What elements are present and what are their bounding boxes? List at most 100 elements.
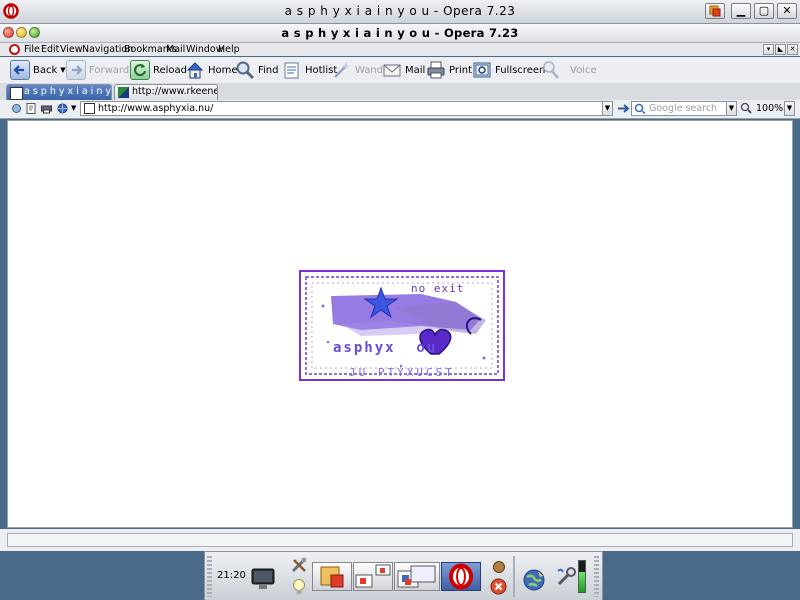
opera-logo-icon <box>449 563 473 590</box>
menu-view[interactable]: View <box>60 43 83 56</box>
lightbulb-icon[interactable] <box>291 578 307 596</box>
url-field[interactable]: http://www.asphyxia.nu/ <box>80 101 603 116</box>
menu-help[interactable]: Help <box>218 43 240 56</box>
hotlist-icon <box>282 60 302 80</box>
desktop-3-button[interactable] <box>394 562 440 591</box>
status-bar <box>0 529 800 551</box>
wand-icon <box>332 60 352 80</box>
desktop-4-button-active[interactable] <box>441 562 481 591</box>
asphyxia-banner-image[interactable]: no exit asphyx ou JU PTYXUCST <box>299 270 505 381</box>
mdi-close-button[interactable]: ✕ <box>787 44 798 55</box>
forward-button[interactable]: Forward▼ <box>66 59 138 81</box>
outer-window-titlebar[interactable]: a s p h y x i a i n y o u - Opera 7.23 ▁… <box>0 0 800 24</box>
panel-separator <box>513 556 515 597</box>
search-engine-dropdown[interactable]: ▼ <box>726 101 737 116</box>
print-small-icon[interactable] <box>41 103 52 114</box>
url-history-dropdown[interactable]: ▼ <box>602 101 613 116</box>
voice-button[interactable]: Voice <box>541 59 597 81</box>
taskbar-panel: 21:20 <box>204 551 603 600</box>
url-text: http://www.asphyxia.nu/ <box>98 103 214 114</box>
banner-middle-text: asphyx ou <box>333 340 438 356</box>
monitor-icon[interactable] <box>251 568 275 590</box>
load-meter-icon[interactable] <box>578 560 586 593</box>
sticky-button[interactable] <box>705 3 725 19</box>
maximize-icon: ▢ <box>758 4 770 17</box>
zoom-dropdown[interactable]: ▼ <box>784 101 795 116</box>
stamp-artwork-icon <box>305 276 499 375</box>
window-thumbnail-icon <box>320 566 344 588</box>
page-favicon-icon <box>118 87 129 98</box>
home-button[interactable]: Home <box>185 59 238 81</box>
magnifier-icon <box>235 60 255 80</box>
menu-edit[interactable]: Edit <box>41 43 59 56</box>
opera-window-title: a s p h y x i a i n y o u - Opera 7.23 <box>281 26 519 40</box>
back-arrow-icon <box>10 60 30 80</box>
forward-arrow-icon <box>66 60 86 80</box>
printer-icon <box>426 60 446 80</box>
zoom-magnifier-icon[interactable] <box>740 102 752 114</box>
clock[interactable]: 21:20 <box>217 570 246 581</box>
konqueror-globe-icon[interactable] <box>522 568 546 592</box>
mdi-restore-button[interactable]: ◣ <box>775 44 786 55</box>
mail-button[interactable]: Mail <box>382 59 425 81</box>
fullscreen-button[interactable]: Fullscreen <box>472 59 545 81</box>
search-placeholder: Google search <box>649 103 718 114</box>
tab-rkeene[interactable]: http://www.rkeene.o... <box>114 84 218 100</box>
load-meter-fill <box>579 572 585 592</box>
wand-button[interactable]: Wand <box>332 59 383 81</box>
fullscreen-icon <box>472 60 492 80</box>
reload-button[interactable]: Reload <box>130 59 187 81</box>
zoom-value[interactable]: 100% <box>756 103 783 114</box>
tab-asphyxia-label: a s p h y x i a i n y o u <box>24 86 112 97</box>
go-arrow-icon[interactable] <box>617 103 630 114</box>
back-label: Back <box>33 64 58 76</box>
tab-bar: a s p h y x i a i n y o u http://www.rke… <box>0 83 800 101</box>
logout-icon[interactable] <box>490 578 507 595</box>
print-button[interactable]: Print <box>426 59 472 81</box>
reload-icon <box>130 60 150 80</box>
minimize-button[interactable]: ▁ <box>731 3 751 19</box>
find-button[interactable]: Find <box>235 59 279 81</box>
home-label: Home <box>208 64 238 76</box>
close-button[interactable]: ✕ <box>777 3 797 19</box>
outer-window-title: a s p h y x i a i n y o u - Opera 7.23 <box>284 4 516 18</box>
globe-icon[interactable] <box>57 103 68 114</box>
page-info-icon[interactable] <box>26 103 37 114</box>
wand-small-icon[interactable] <box>11 103 22 114</box>
chevron-down-icon[interactable]: ▼ <box>71 104 76 112</box>
page-favicon-icon <box>84 103 95 114</box>
menu-mail[interactable]: Mail <box>166 43 185 56</box>
panel-handle-right[interactable] <box>594 556 599 597</box>
menu-file[interactable]: File <box>24 43 40 56</box>
address-toolbar: ▼ http://www.asphyxia.nu/ ▼ Google searc… <box>0 100 800 119</box>
forward-label: Forward <box>89 64 130 76</box>
lock-screen-icon[interactable] <box>492 560 506 574</box>
hotlist-button[interactable]: Hotlist <box>282 59 337 81</box>
system-tray-tool-icon[interactable] <box>555 566 577 588</box>
reload-label: Reload <box>153 64 188 76</box>
desktop-2-button[interactable] <box>353 562 393 591</box>
voice-icon <box>541 60 561 80</box>
voice-label: Voice <box>570 64 597 76</box>
find-label: Find <box>258 64 279 76</box>
tools-icon[interactable] <box>290 556 308 574</box>
tab-rkeene-label: http://www.rkeene.o... <box>132 86 217 97</box>
mdi-minimize-button[interactable]: ▾ <box>763 44 774 55</box>
banner-top-text: no exit <box>411 282 465 295</box>
print-label: Print <box>449 64 473 76</box>
search-field[interactable]: Google search <box>631 101 727 116</box>
tab-asphyxia[interactable]: a s p h y x i a i n y o u <box>6 84 112 100</box>
banner-bottom-text: JU PTYXUCST <box>349 366 455 379</box>
opera-menu-icon[interactable] <box>9 44 20 55</box>
mail-label: Mail <box>405 64 426 76</box>
back-button[interactable]: Back ▼ <box>10 59 66 81</box>
maximize-button[interactable]: ▢ <box>754 3 774 19</box>
chevron-down-icon[interactable]: ▼ <box>60 66 65 74</box>
opera-titlebar[interactable]: a s p h y x i a i n y o u - Opera 7.23 <box>0 24 800 43</box>
panel-handle[interactable] <box>207 556 212 597</box>
page-favicon-icon <box>10 87 23 100</box>
mail-icon <box>382 60 402 80</box>
desktop-1-button[interactable] <box>312 562 352 591</box>
home-icon <box>185 60 205 80</box>
window-thumbnail-icon <box>355 564 391 588</box>
